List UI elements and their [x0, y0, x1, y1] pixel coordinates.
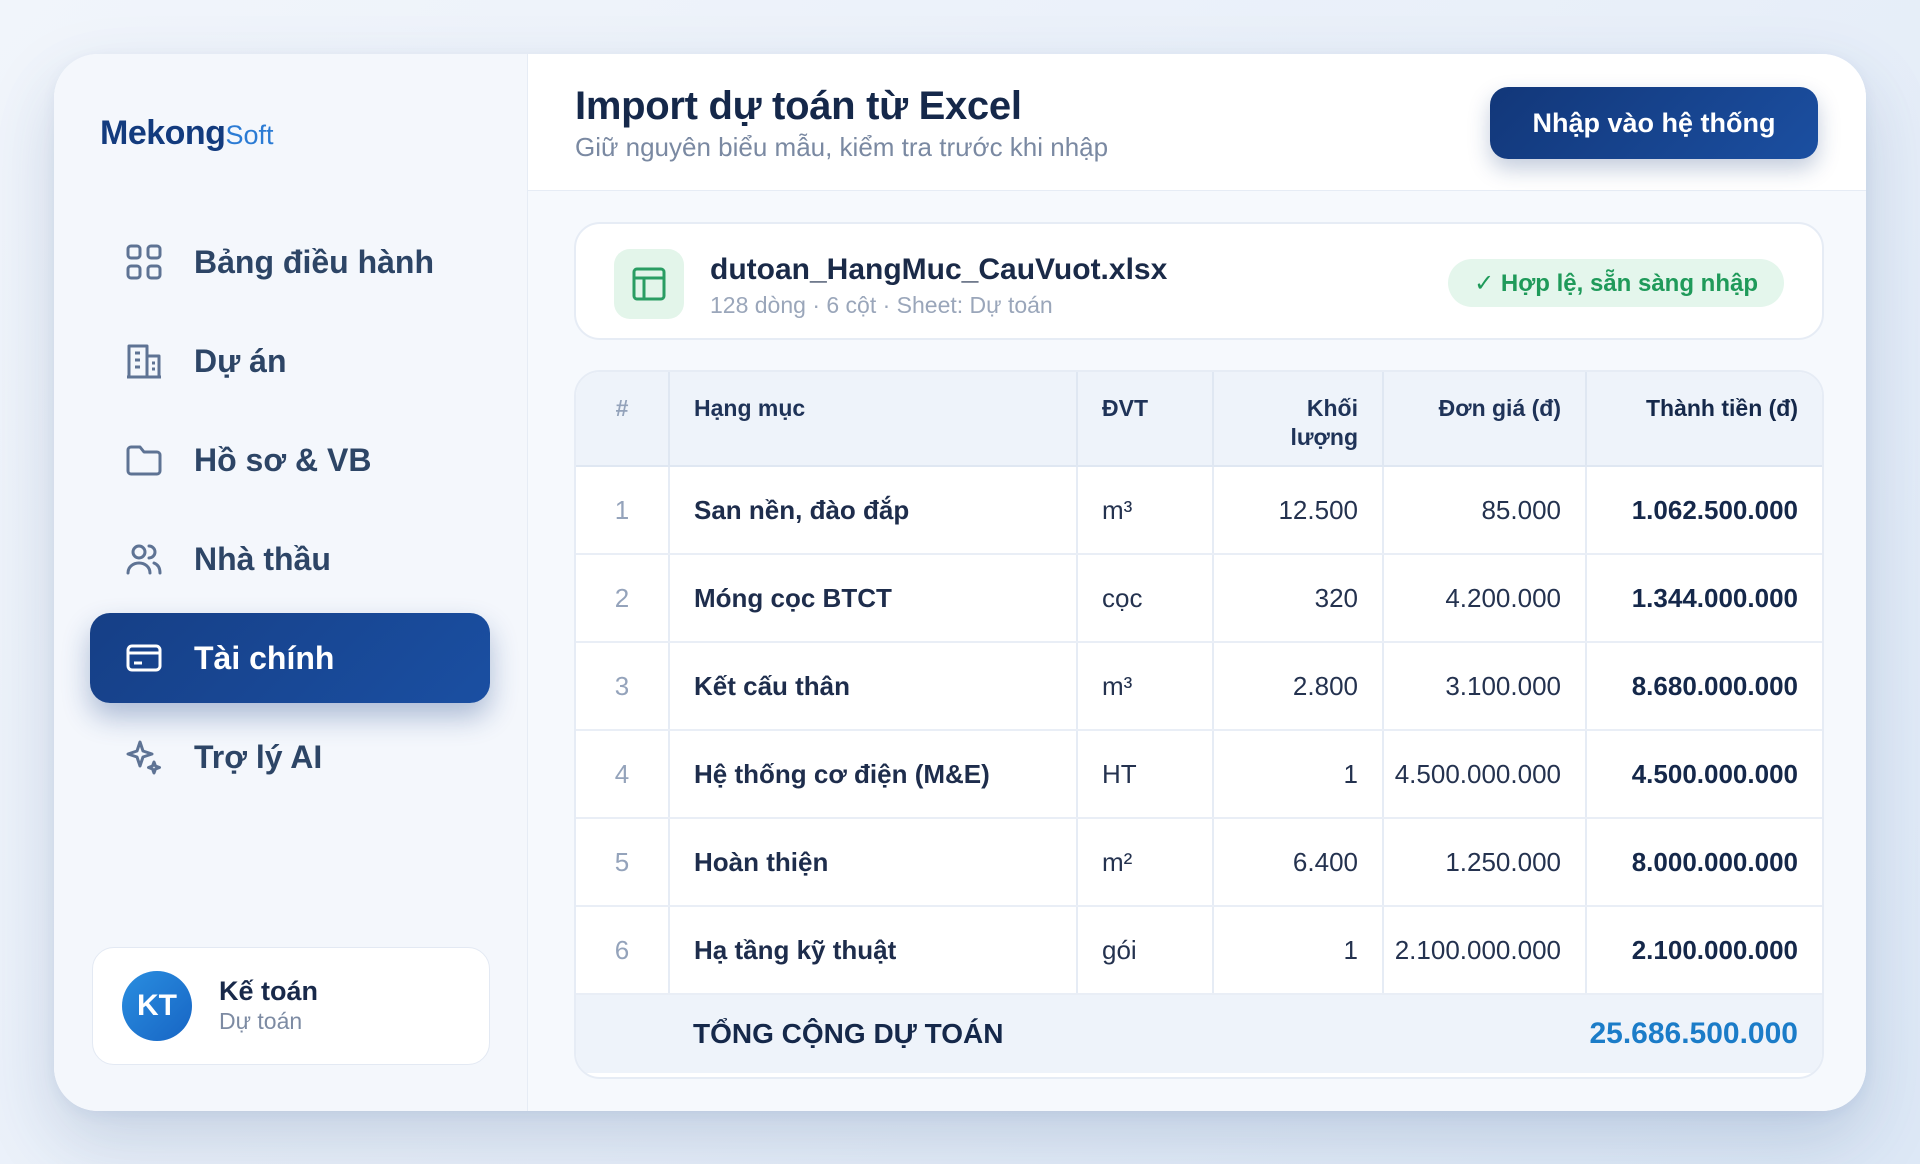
sidebar-item-label: Bảng điều hành	[194, 243, 434, 280]
brand-suffix: Soft	[225, 120, 274, 150]
table-header-row: # Hạng mục ĐVT Khối lượng Đơn giá (đ) Thà…	[576, 372, 1822, 467]
file-meta: 128 dòng · 6 cột · Sheet: Dự toán	[710, 292, 1053, 318]
brand-logo[interactable]: MekongSoft	[100, 114, 273, 153]
row-item: San nền, đào đắp	[669, 466, 1078, 555]
column-header-unit-price: Đơn giá (đ)	[1383, 372, 1587, 467]
page-title: Import dự toán từ Excel	[575, 84, 1022, 128]
sidebar-item-ai-assistant[interactable]: Trợ lý AI	[90, 712, 490, 802]
row-unit: cọc	[1077, 554, 1214, 643]
folder-icon	[124, 440, 164, 480]
app-window: MekongSoft Bảng điều hành Dự án Hồ sơ & …	[54, 54, 1866, 1111]
row-amount: 8.000.000.000	[1586, 818, 1822, 907]
column-header-unit: ĐVT	[1077, 372, 1214, 467]
sidebar-item-label: Trợ lý AI	[194, 738, 323, 775]
sidebar-item-projects[interactable]: Dự án	[90, 316, 490, 406]
row-unit-price: 4.200.000	[1383, 554, 1587, 643]
file-card: dutoan_HangMuc_CauVuot.xlsx 128 dòng · 6…	[574, 222, 1824, 340]
table-row[interactable]: 6 Hạ tầng kỹ thuật gói 1 2.100.000.000 2…	[576, 906, 1822, 995]
column-header-index: #	[576, 372, 670, 467]
sidebar-item-finance[interactable]: Tài chính	[90, 613, 490, 703]
row-item: Hoàn thiện	[669, 818, 1078, 907]
column-header-amount: Thành tiền (đ)	[1586, 372, 1822, 467]
column-header-quantity: Khối lượng	[1213, 372, 1384, 467]
sidebar-item-documents[interactable]: Hồ sơ & VB	[90, 415, 490, 505]
row-amount: 1.062.500.000	[1586, 466, 1822, 555]
row-quantity: 1	[1213, 906, 1384, 995]
column-header-quantity-line1: Khối	[1306, 395, 1358, 421]
sidebar-item-dashboard[interactable]: Bảng điều hành	[90, 217, 490, 307]
import-button[interactable]: Nhập vào hệ thống	[1490, 87, 1818, 159]
building-icon	[124, 341, 164, 381]
row-quantity: 1	[1213, 730, 1384, 819]
avatar: KT	[122, 971, 192, 1041]
table-row[interactable]: 5 Hoàn thiện m² 6.400 1.250.000 8.000.00…	[576, 818, 1822, 907]
sidebar-item-label: Nhà thầu	[194, 540, 331, 577]
sidebar-item-label: Tài chính	[194, 639, 335, 676]
row-index: 2	[576, 554, 670, 643]
status-badge: ✓ Hợp lệ, sẵn sàng nhập	[1448, 259, 1784, 307]
grid-icon	[124, 242, 164, 282]
user-name: Kế toán	[219, 975, 319, 1006]
row-unit-price: 4.500.000.000	[1383, 730, 1587, 819]
row-index: 6	[576, 906, 670, 995]
users-icon	[124, 539, 164, 579]
row-unit-price: 3.100.000	[1383, 642, 1587, 731]
table-total-row: TỔNG CỘNG DỰ TOÁN 25.686.500.000	[576, 994, 1822, 1073]
table-row[interactable]: 2 Móng cọc BTCT cọc 320 4.200.000 1.344.…	[576, 554, 1822, 643]
total-value: 25.686.500.000	[1383, 994, 1822, 1073]
row-index: 1	[576, 466, 670, 555]
row-unit: HT	[1077, 730, 1214, 819]
column-header-item: Hạng mục	[669, 372, 1078, 467]
file-name: dutoan_HangMuc_CauVuot.xlsx	[710, 253, 1168, 286]
row-item: Hạ tầng kỹ thuật	[669, 906, 1078, 995]
estimate-table: # Hạng mục ĐVT Khối lượng Đơn giá (đ) Thà…	[574, 370, 1824, 1079]
row-index: 4	[576, 730, 670, 819]
row-unit-price: 2.100.000.000	[1383, 906, 1587, 995]
user-card[interactable]: KT Kế toán Dự toán	[92, 947, 490, 1065]
row-amount: 2.100.000.000	[1586, 906, 1822, 995]
row-index: 3	[576, 642, 670, 731]
row-unit: m³	[1077, 642, 1214, 731]
spreadsheet-icon	[614, 249, 684, 319]
row-quantity: 6.400	[1213, 818, 1384, 907]
total-label: TỔNG CỘNG DỰ TOÁN	[669, 994, 1383, 1073]
row-unit: gói	[1077, 906, 1214, 995]
row-amount: 8.680.000.000	[1586, 642, 1822, 731]
sidebar-item-label: Dự án	[194, 342, 287, 379]
sidebar-item-label: Hồ sơ & VB	[194, 441, 372, 478]
page-subtitle: Giữ nguyên biểu mẫu, kiểm tra trước khi …	[575, 132, 1109, 162]
sidebar-nav: Bảng điều hành Dự án Hồ sơ & VB Nhà thầu	[90, 217, 490, 811]
row-item: Hệ thống cơ điện (M&E)	[669, 730, 1078, 819]
sparkle-icon	[124, 737, 164, 777]
row-unit-price: 85.000	[1383, 466, 1587, 555]
row-quantity: 12.500	[1213, 466, 1384, 555]
table-row[interactable]: 4 Hệ thống cơ điện (M&E) HT 1 4.500.000.…	[576, 730, 1822, 819]
table-row[interactable]: 1 San nền, đào đắp m³ 12.500 85.000 1.06…	[576, 466, 1822, 555]
main-content: Import dự toán từ Excel Giữ nguyên biểu …	[528, 54, 1866, 1111]
row-unit: m²	[1077, 818, 1214, 907]
total-spacer	[576, 994, 669, 1073]
row-amount: 4.500.000.000	[1586, 730, 1822, 819]
row-quantity: 320	[1213, 554, 1384, 643]
brand-main: Mekong	[100, 114, 226, 152]
sidebar-item-contractors[interactable]: Nhà thầu	[90, 514, 490, 604]
row-item: Móng cọc BTCT	[669, 554, 1078, 643]
card-icon	[124, 638, 164, 678]
row-amount: 1.344.000.000	[1586, 554, 1822, 643]
table-row[interactable]: 3 Kết cấu thân m³ 2.800 3.100.000 8.680.…	[576, 642, 1822, 731]
row-unit: m³	[1077, 466, 1214, 555]
row-item: Kết cấu thân	[669, 642, 1078, 731]
user-role: Dự toán	[219, 1008, 303, 1035]
row-unit-price: 1.250.000	[1383, 818, 1587, 907]
column-header-quantity-line2: lượng	[1290, 424, 1359, 451]
row-index: 5	[576, 818, 670, 907]
sidebar: MekongSoft Bảng điều hành Dự án Hồ sơ & …	[54, 54, 528, 1111]
page-header: Import dự toán từ Excel Giữ nguyên biểu …	[528, 54, 1866, 191]
row-quantity: 2.800	[1213, 642, 1384, 731]
